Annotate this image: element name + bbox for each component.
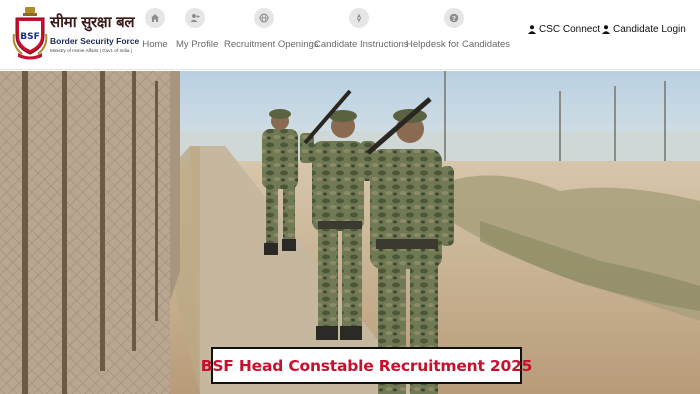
hero-photo [0, 71, 700, 394]
nav-helpdesk-label: Helpdesk for Candidates [406, 39, 511, 50]
nav-my-profile-label: My Profile [176, 39, 219, 50]
user-icon [602, 25, 610, 34]
nav-home-label: Home [142, 39, 168, 50]
candidate-login-link[interactable]: Candidate Login [602, 24, 686, 35]
bsf-emblem-icon: BSF [12, 7, 48, 60]
question-icon: ? [444, 8, 464, 28]
nav-helpdesk[interactable]: ? Helpdesk for Candidates [406, 8, 511, 58]
hero-banner [0, 71, 700, 394]
csc-connect-link[interactable]: CSC Connect [528, 24, 600, 35]
user-icon [528, 25, 536, 34]
bsf-logo[interactable]: BSF सीमा सुरक्षा बल Border Security Forc… [10, 6, 139, 62]
logo-hindi-title: सीमा सुरक्षा बल [50, 13, 135, 31]
csc-connect-label: CSC Connect [539, 24, 601, 35]
hero-caption-box: BSF Head Constable Recruitment 2025 [201, 347, 532, 384]
nav-candidate-instructions-label: Candidate Instructions [314, 39, 409, 50]
nav-my-profile[interactable]: My Profile [176, 8, 219, 58]
home-icon [145, 8, 165, 28]
hero-caption: BSF Head Constable Recruitment 2025 [200, 356, 533, 375]
globe-icon [254, 8, 274, 28]
user-plus-icon [185, 8, 205, 28]
bsf-badge-text: BSF [20, 32, 40, 42]
svg-text:?: ? [452, 15, 456, 23]
nav-recruitment-openings[interactable]: Recruitment Openings [224, 8, 319, 58]
compass-icon [349, 8, 369, 28]
top-header: BSF सीमा सुरक्षा बल Border Security Forc… [0, 0, 700, 70]
logo-english-title: Border Security Force [50, 36, 140, 46]
nav-home[interactable]: Home [142, 8, 168, 58]
header-account-links: CSC Connect Candidate Login [528, 24, 688, 38]
candidate-login-label: Candidate Login [613, 24, 686, 35]
logo-ministry-text: Ministry of Home Affairs | Govt. of Indi… [50, 48, 132, 53]
nav-recruitment-openings-label: Recruitment Openings [224, 39, 319, 50]
nav-candidate-instructions[interactable]: Candidate Instructions [314, 8, 409, 58]
